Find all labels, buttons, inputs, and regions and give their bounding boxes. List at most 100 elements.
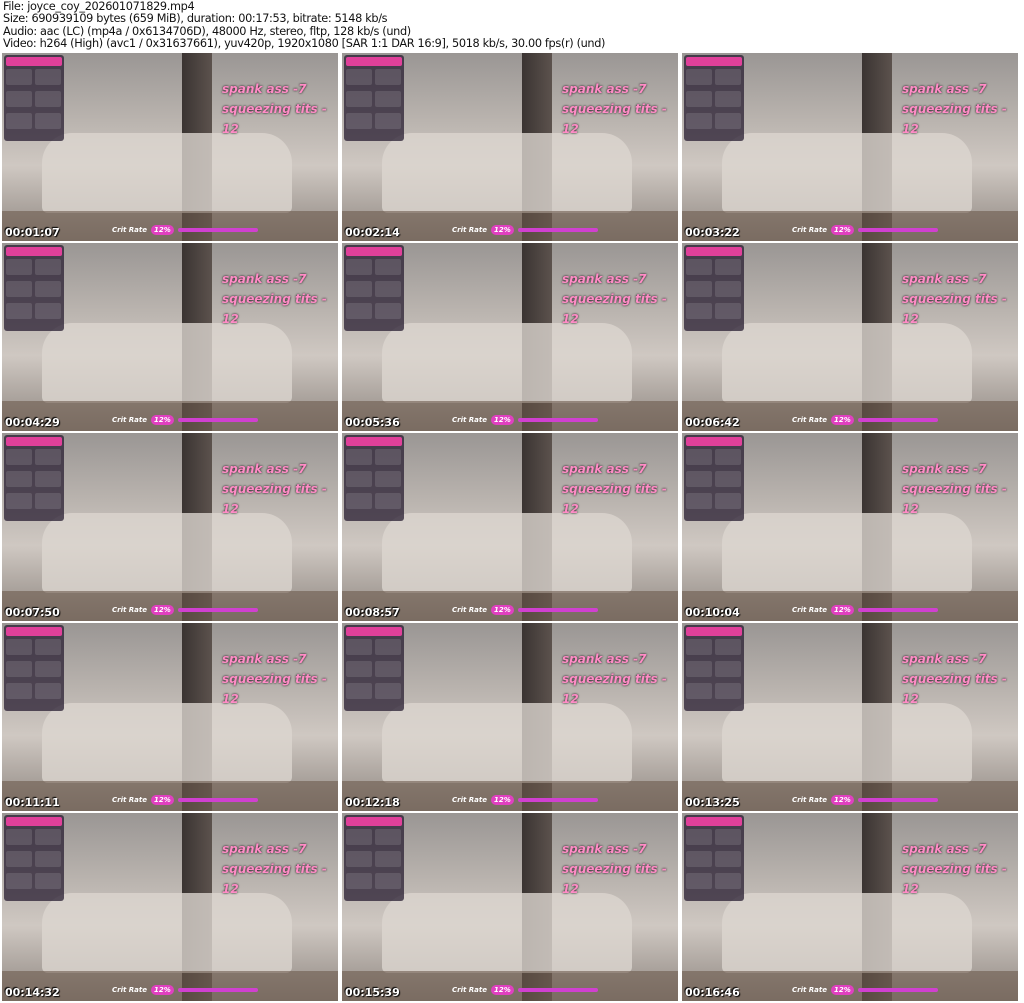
tip-menu-item: spank ass -7 [902, 462, 987, 476]
crit-progress [517, 988, 598, 992]
crit-rate-bar: Crit Rate 12% [452, 225, 598, 235]
crit-percent: 12% [150, 605, 174, 615]
crit-progress [857, 798, 938, 802]
crit-label: Crit Rate [112, 986, 147, 994]
crit-label: Crit Rate [112, 416, 147, 424]
tip-menu-item: spank ass -7 [902, 272, 987, 286]
crit-percent: 12% [490, 415, 514, 425]
video-thumbnail[interactable]: spank ass -7 squeezing tits - 12 Crit Rat… [342, 813, 678, 1001]
crit-label: Crit Rate [452, 796, 487, 804]
crit-progress [857, 228, 938, 232]
sofa [382, 133, 632, 213]
crit-label: Crit Rate [792, 416, 827, 424]
tip-menu: spank ass -7 squeezing tits - 12 [902, 459, 1014, 519]
crit-rate-bar: Crit Rate 12% [792, 985, 938, 995]
crit-percent: 12% [490, 795, 514, 805]
sofa [722, 893, 972, 973]
crit-rate-bar: Crit Rate 12% [112, 415, 258, 425]
stream-overlay-panel [344, 815, 404, 901]
crit-label: Crit Rate [112, 606, 147, 614]
tip-menu: spank ass -7 squeezing tits - 12 [562, 79, 674, 139]
crit-label: Crit Rate [792, 606, 827, 614]
tip-menu-item: squeezing tits - 12 [562, 102, 667, 136]
crit-progress [517, 418, 598, 422]
crit-rate-bar: Crit Rate 12% [452, 605, 598, 615]
crit-percent: 12% [490, 985, 514, 995]
tip-menu-item: spank ass -7 [902, 82, 987, 96]
tip-menu: spank ass -7 squeezing tits - 12 [562, 269, 674, 329]
video-thumbnail[interactable]: spank ass -7 squeezing tits - 12 Crit Rat… [2, 623, 338, 811]
crit-percent: 12% [150, 795, 174, 805]
video-thumbnail[interactable]: spank ass -7 squeezing tits - 12 Crit Rat… [2, 433, 338, 621]
video-thumbnail[interactable]: spank ass -7 squeezing tits - 12 Crit Rat… [342, 623, 678, 811]
video-thumbnail[interactable]: spank ass -7 squeezing tits - 12 Crit Rat… [342, 433, 678, 621]
tip-menu-item: spank ass -7 [562, 652, 647, 666]
video-thumbnail[interactable]: spank ass -7 squeezing tits - 12 Crit Rat… [2, 243, 338, 431]
timestamp: 00:12:18 [345, 796, 400, 809]
stream-overlay-panel [344, 245, 404, 331]
tip-menu-item: squeezing tits - 12 [902, 482, 1007, 516]
sofa [42, 323, 292, 403]
crit-progress [517, 228, 598, 232]
crit-percent: 12% [830, 225, 854, 235]
crit-percent: 12% [830, 415, 854, 425]
crit-rate-bar: Crit Rate 12% [112, 795, 258, 805]
timestamp: 00:07:50 [5, 606, 60, 619]
stream-overlay-panel [684, 815, 744, 901]
tip-menu-item: spank ass -7 [222, 462, 307, 476]
crit-label: Crit Rate [452, 986, 487, 994]
tip-menu-item: squeezing tits - 12 [222, 672, 327, 706]
video-thumbnail[interactable]: spank ass -7 squeezing tits - 12 Crit Rat… [2, 813, 338, 1001]
video-thumbnail[interactable]: spank ass -7 squeezing tits - 12 Crit Rat… [682, 243, 1018, 431]
sofa [722, 323, 972, 403]
tip-menu-item: spank ass -7 [902, 842, 987, 856]
crit-rate-bar: Crit Rate 12% [792, 415, 938, 425]
timestamp: 00:06:42 [685, 416, 740, 429]
sofa [382, 513, 632, 593]
crit-percent: 12% [490, 225, 514, 235]
crit-label: Crit Rate [452, 226, 487, 234]
tip-menu-item: spank ass -7 [222, 842, 307, 856]
video-thumbnail[interactable]: spank ass -7 squeezing tits - 12 Crit Rat… [682, 433, 1018, 621]
timestamp: 00:03:22 [685, 226, 740, 239]
crit-label: Crit Rate [792, 226, 827, 234]
crit-percent: 12% [150, 415, 174, 425]
video-thumbnail[interactable]: spank ass -7 squeezing tits - 12 Crit Rat… [682, 53, 1018, 241]
crit-percent: 12% [830, 985, 854, 995]
stream-overlay-panel [684, 625, 744, 711]
video-thumbnail[interactable]: spank ass -7 squeezing tits - 12 Crit Rat… [682, 623, 1018, 811]
tip-menu-item: squeezing tits - 12 [902, 292, 1007, 326]
timestamp: 00:02:14 [345, 226, 400, 239]
video-thumbnail[interactable]: spank ass -7 squeezing tits - 12 Crit Rat… [342, 243, 678, 431]
crit-percent: 12% [830, 795, 854, 805]
crit-progress [517, 608, 598, 612]
crit-percent: 12% [490, 605, 514, 615]
tip-menu-item: squeezing tits - 12 [222, 862, 327, 896]
file-size: Size: 690939109 bytes (659 MiB), duratio… [3, 12, 388, 26]
sofa [722, 513, 972, 593]
tip-menu-item: squeezing tits - 12 [562, 862, 667, 896]
tip-menu: spank ass -7 squeezing tits - 12 [902, 79, 1014, 139]
tip-menu: spank ass -7 squeezing tits - 12 [222, 649, 334, 709]
stream-overlay-panel [344, 625, 404, 711]
crit-rate-bar: Crit Rate 12% [112, 985, 258, 995]
crit-progress [177, 798, 258, 802]
video-thumbnail[interactable]: spank ass -7 squeezing tits - 12 Crit Rat… [682, 813, 1018, 1001]
crit-rate-bar: Crit Rate 12% [112, 605, 258, 615]
stream-overlay-panel [684, 245, 744, 331]
tip-menu-item: spank ass -7 [902, 652, 987, 666]
sofa [42, 703, 292, 783]
crit-rate-bar: Crit Rate 12% [452, 415, 598, 425]
timestamp: 00:16:46 [685, 986, 740, 999]
tip-menu: spank ass -7 squeezing tits - 12 [562, 839, 674, 899]
video-thumbnail[interactable]: spank ass -7 squeezing tits - 12 Crit Rat… [2, 53, 338, 241]
video-thumbnail[interactable]: spank ass -7 squeezing tits - 12 Crit Rat… [342, 53, 678, 241]
timestamp: 00:11:11 [5, 796, 60, 809]
tip-menu: spank ass -7 squeezing tits - 12 [562, 649, 674, 709]
tip-menu-item: squeezing tits - 12 [562, 672, 667, 706]
tip-menu: spank ass -7 squeezing tits - 12 [222, 839, 334, 899]
tip-menu-item: spank ass -7 [222, 82, 307, 96]
stream-overlay-panel [344, 435, 404, 521]
thumbnail-grid: spank ass -7 squeezing tits - 12 Crit Rat… [2, 53, 1018, 1001]
crit-rate-bar: Crit Rate 12% [452, 985, 598, 995]
